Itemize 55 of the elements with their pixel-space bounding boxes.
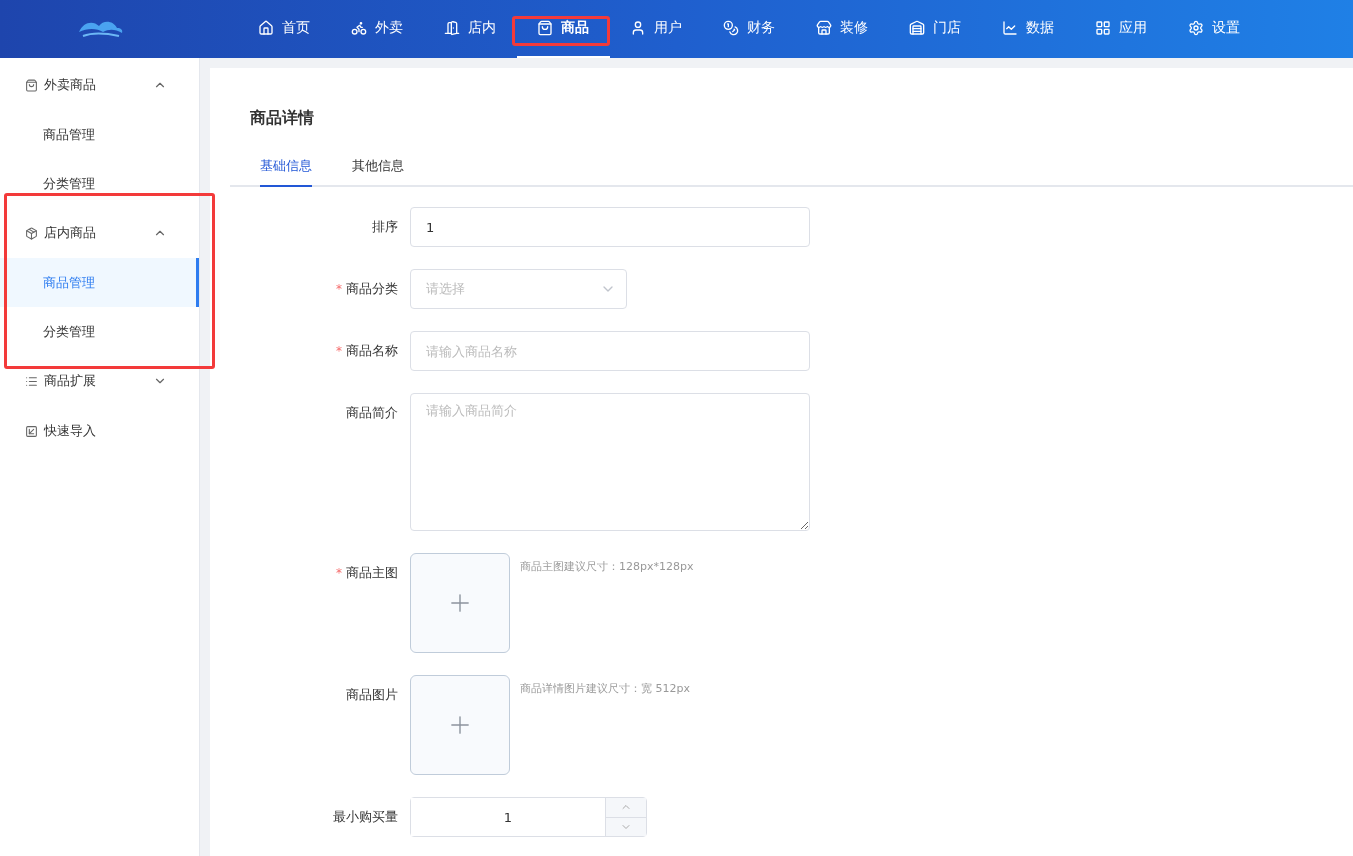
textarea-field[interactable]: 请输入商品简介 (410, 393, 810, 531)
text-field[interactable]: 1 (410, 207, 810, 247)
sidebar-item[interactable]: 分类管理 (0, 307, 199, 356)
grid-icon (1095, 20, 1111, 36)
nav-tab[interactable]: 数据 (982, 0, 1075, 58)
nav-tab[interactable]: 外卖 (331, 0, 424, 58)
nav-tab[interactable]: 首页 (238, 0, 331, 58)
store-icon (816, 20, 832, 36)
line-chart-icon (1002, 20, 1018, 36)
sidebar-group[interactable]: 店内商品 (0, 208, 199, 258)
sidebar-item[interactable]: 商品管理 (0, 110, 199, 159)
bag-icon (537, 20, 553, 36)
bag-icon (25, 78, 38, 92)
coins-icon (723, 20, 739, 36)
field-label: 最小购买量 (333, 808, 398, 826)
nav-tab[interactable]: 财务 (703, 0, 796, 58)
upload-hint: 商品详情图片建议尺寸：宽 512px (520, 681, 690, 696)
door-icon (444, 20, 460, 36)
nav-tab[interactable]: 应用 (1075, 0, 1168, 58)
sidebar-item[interactable]: 分类管理 (0, 159, 199, 208)
package-icon (25, 226, 38, 240)
import-icon (25, 424, 38, 438)
field-label: 商品分类 (346, 280, 398, 298)
sidebar-item[interactable]: 商品管理 (0, 258, 199, 307)
nav-tab[interactable]: 设置 (1168, 0, 1261, 58)
sidebar-group[interactable]: 快速导入 (0, 406, 199, 456)
sidebar-group[interactable]: 商品扩展 (0, 356, 199, 406)
user-icon (630, 20, 646, 36)
number-field[interactable]: 1 (410, 797, 647, 837)
field-label: 排序 (372, 218, 398, 236)
field-label: 商品主图 (346, 564, 398, 582)
settings-icon (1188, 20, 1204, 36)
nav-tab[interactable]: 用户 (610, 0, 703, 58)
tab[interactable]: 其他信息 (352, 157, 404, 187)
nav-tab[interactable]: 装修 (796, 0, 889, 58)
shop-icon (909, 20, 925, 36)
bike-icon (351, 20, 367, 36)
upload-hint: 商品主图建议尺寸：128px*128px (520, 559, 694, 574)
field-label: 商品图片 (346, 686, 398, 704)
field-label: 商品简介 (346, 404, 398, 422)
field-label: 商品名称 (346, 342, 398, 360)
nav-tab[interactable]: 店内 (424, 0, 517, 58)
required-mark: * (336, 282, 342, 296)
home-icon (258, 20, 274, 36)
required-mark: * (336, 566, 342, 580)
page-title: 商品详情 (250, 108, 315, 129)
sidebar-group[interactable]: 外卖商品 (0, 60, 199, 110)
list-icon (25, 374, 38, 388)
image-upload[interactable] (410, 553, 510, 653)
text-field[interactable]: 请输入商品名称 (410, 331, 810, 371)
nav-tab[interactable]: 门店 (889, 0, 982, 58)
image-upload[interactable] (410, 675, 510, 775)
tab[interactable]: 基础信息 (260, 157, 312, 187)
required-mark: * (336, 344, 342, 358)
nav-tab[interactable]: 商品 (517, 0, 610, 58)
